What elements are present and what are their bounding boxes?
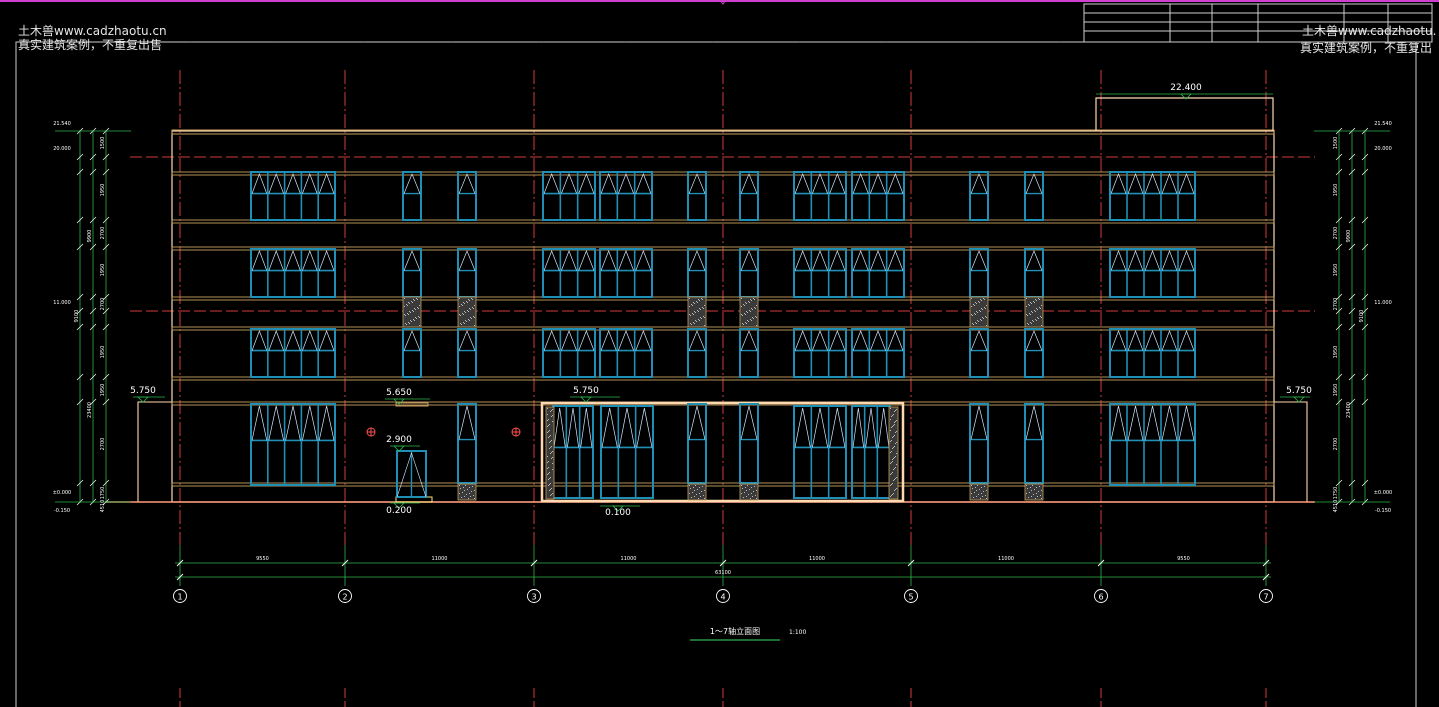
right-dim-4: 2700 (1333, 298, 1339, 311)
span-dim-6: 9550 (1177, 556, 1190, 562)
span-dim-2: 11000 (432, 556, 448, 562)
watermark-site-right: 土木兽www.cadzhaotu. (1302, 24, 1437, 38)
stone-entry-right (888, 406, 899, 500)
left-dim-1: 1950 (100, 184, 106, 197)
elev-canopy-small: 5.650 (386, 388, 412, 398)
left-total-0: 9900 (87, 230, 93, 243)
right-total-1: 9100 (1359, 310, 1365, 323)
axis-label-1: 1 (177, 593, 182, 602)
watermark-site: 土木兽www.cadzhaotu.cn (18, 24, 167, 38)
elev-right-parapet: 21.540 (1374, 121, 1392, 127)
drawing-title: 1～7轴立面图 (710, 626, 760, 636)
span-dim-1: 9550 (256, 556, 269, 562)
elevation-drawing: 1 2 3 4 5 6 7 9550 11000 11000 11000 11000 9550 6310… (0, 0, 1439, 707)
span-dim-3: 11000 (621, 556, 637, 562)
stone-panel-0 (402, 296, 422, 328)
elev-left-outdoor: -0.150 (54, 508, 70, 514)
stone-base-1 (687, 483, 707, 501)
right-dim-6: 1950 (1333, 384, 1339, 397)
right-dim-2: 2700 (1333, 227, 1339, 240)
elev-roof-top: 22.400 (1170, 83, 1202, 93)
left-dim-9: 4510 (100, 500, 106, 513)
left-total-1: 9100 (74, 310, 80, 323)
total-dim: 63100 (715, 570, 731, 576)
axis-label-6: 6 (1098, 593, 1103, 602)
elev-right-mid: 11.000 (1374, 300, 1392, 306)
left-dim-0: 1500 (100, 137, 106, 150)
stone-base-2 (739, 483, 759, 501)
axis-label-7: 7 (1263, 593, 1268, 602)
elev-canopy-right: 5.750 (1286, 386, 1312, 396)
axis-label-5: 5 (908, 593, 913, 602)
stone-panel-2 (687, 296, 707, 328)
elev-canopy-left: 5.750 (130, 386, 156, 396)
left-dim-7: 2700 (100, 438, 106, 451)
elev-right-outdoor: -0.150 (1375, 508, 1391, 514)
elev-canopy-entry: 5.750 (573, 386, 599, 396)
span-dim-4: 11000 (809, 556, 825, 562)
right-dim-7: 2700 (1333, 438, 1339, 451)
right-dim-5: 1950 (1333, 346, 1339, 359)
axis-label-3: 3 (531, 593, 536, 602)
stone-entry-left (545, 406, 555, 500)
elev-door-head: 2.900 (386, 435, 412, 445)
axis-label-4: 4 (720, 593, 725, 602)
right-total-2: 23400 (1346, 402, 1352, 418)
right-total-0: 9900 (1346, 230, 1352, 243)
stone-panel-1 (457, 296, 477, 328)
elev-left-roof: 20.000 (53, 146, 71, 152)
elev-left-mid: 11.000 (53, 300, 71, 306)
span-dim-5: 11000 (998, 556, 1014, 562)
axis-label-2: 2 (342, 593, 347, 602)
left-dim-5: 1950 (100, 346, 106, 359)
left-dim-3: 1950 (100, 264, 106, 277)
stone-panel-3 (739, 296, 759, 328)
elev-left-parapet: 21.540 (53, 121, 71, 127)
left-total-2: 23400 (87, 402, 93, 418)
watermark-note: 真实建筑案例，不重复出售 (18, 38, 163, 52)
right-dim-8: 1750 (1333, 487, 1339, 500)
stone-base-4 (1024, 483, 1044, 501)
right-dim-9: 4510 (1333, 500, 1339, 513)
stone-panel-4 (969, 296, 989, 328)
drawing-scale: 1:100 (789, 629, 806, 636)
right-dim-0: 1500 (1333, 137, 1339, 150)
left-dim-4: 2700 (100, 298, 106, 311)
elev-entry-floor: 0.100 (605, 508, 631, 518)
left-dim-6: 1950 (100, 384, 106, 397)
stone-panel-5 (1024, 296, 1044, 328)
stone-base-0 (457, 483, 477, 501)
right-dim-3: 1950 (1333, 264, 1339, 277)
elev-left-ground: ±0.000 (53, 490, 72, 496)
elev-step: 0.200 (386, 506, 412, 516)
right-dim-1: 1950 (1333, 184, 1339, 197)
elev-right-ground: ±0.000 (1374, 490, 1393, 496)
stone-base-3 (969, 483, 989, 501)
left-dim-8: 1750 (100, 487, 106, 500)
watermark-note-right: 真实建筑案例，不重复出 (1300, 41, 1433, 55)
elev-right-roof: 20.000 (1374, 146, 1392, 152)
left-dim-2: 2700 (100, 227, 106, 240)
